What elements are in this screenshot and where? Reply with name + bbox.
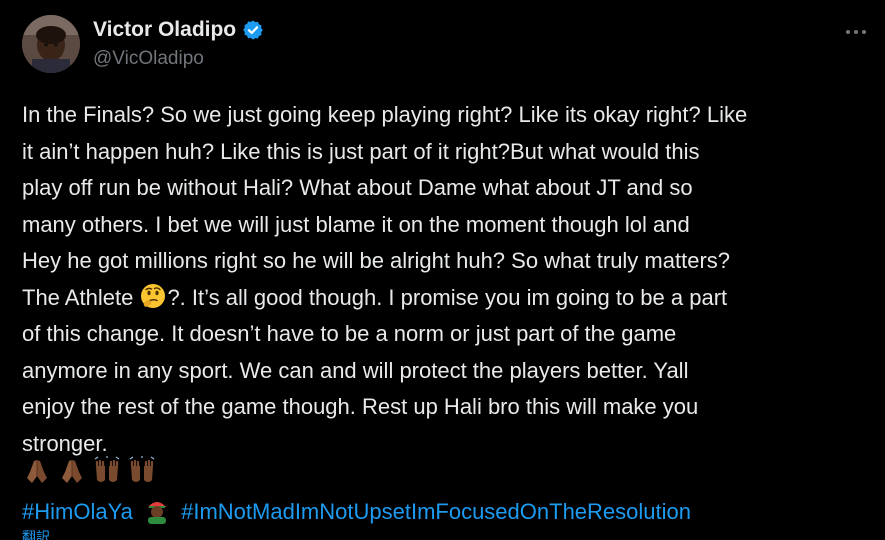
- verified-badge-icon: [242, 19, 264, 41]
- emoji-row: [22, 456, 157, 486]
- raising-hands-icon: [92, 456, 122, 486]
- avatar[interactable]: [22, 15, 80, 73]
- tweet-line: In the Finals? So we just going keep pla…: [22, 102, 748, 127]
- tweet-line: of this change. It doesn’t have to be a …: [22, 321, 677, 346]
- hashtag-link[interactable]: #HimOlaYa: [22, 499, 133, 524]
- tweet-text: In the Finals? So we just going keep pla…: [22, 97, 872, 462]
- more-options-button[interactable]: [841, 14, 871, 44]
- raising-hands-icon: [127, 456, 157, 486]
- hashtag-link[interactable]: #ImNotMadImNotUpsetImFocusedOnTheResolut…: [181, 499, 691, 524]
- tweet-line-athlete: The Athlete ?. It’s all good though. I p…: [22, 280, 872, 317]
- folded-hands-icon: [22, 456, 52, 486]
- display-name[interactable]: Victor Oladipo: [93, 18, 236, 42]
- author-block: Victor Oladipo @VicOladipo: [93, 16, 264, 70]
- tweet-line: anymore in any sport. We can and will pr…: [22, 357, 689, 383]
- hashtags-line: #HimOlaYa #ImNotMadImNotUpsetImFocusedOn…: [22, 494, 691, 530]
- folded-hands-icon: [57, 456, 87, 486]
- tweet-line: many others. I bet we will just blame it…: [22, 211, 690, 237]
- tweet-line: play off run be without Hali? What about…: [22, 175, 693, 200]
- handle[interactable]: @VicOladipo: [93, 48, 264, 70]
- tweet-card: Victor Oladipo @VicOladipo In the Finals…: [0, 0, 885, 540]
- more-horizontal-icon: [845, 18, 867, 41]
- tweet-line: Hey he got millions right so he will be …: [22, 248, 731, 273]
- translate-link[interactable]: 翻訳: [22, 530, 50, 540]
- name-row: Victor Oladipo: [93, 16, 264, 44]
- tweet-line: it ain’t happen huh? Like this is just p…: [22, 138, 700, 164]
- tweet-line: enjoy the rest of the game though. Rest …: [22, 394, 699, 419]
- thinking-face-icon: [139, 282, 167, 310]
- tweet-fragment: ?. It’s all good though. I promise you i…: [167, 284, 728, 310]
- person-in-cap-icon: [143, 496, 171, 524]
- tweet-fragment: The Athlete: [22, 284, 134, 310]
